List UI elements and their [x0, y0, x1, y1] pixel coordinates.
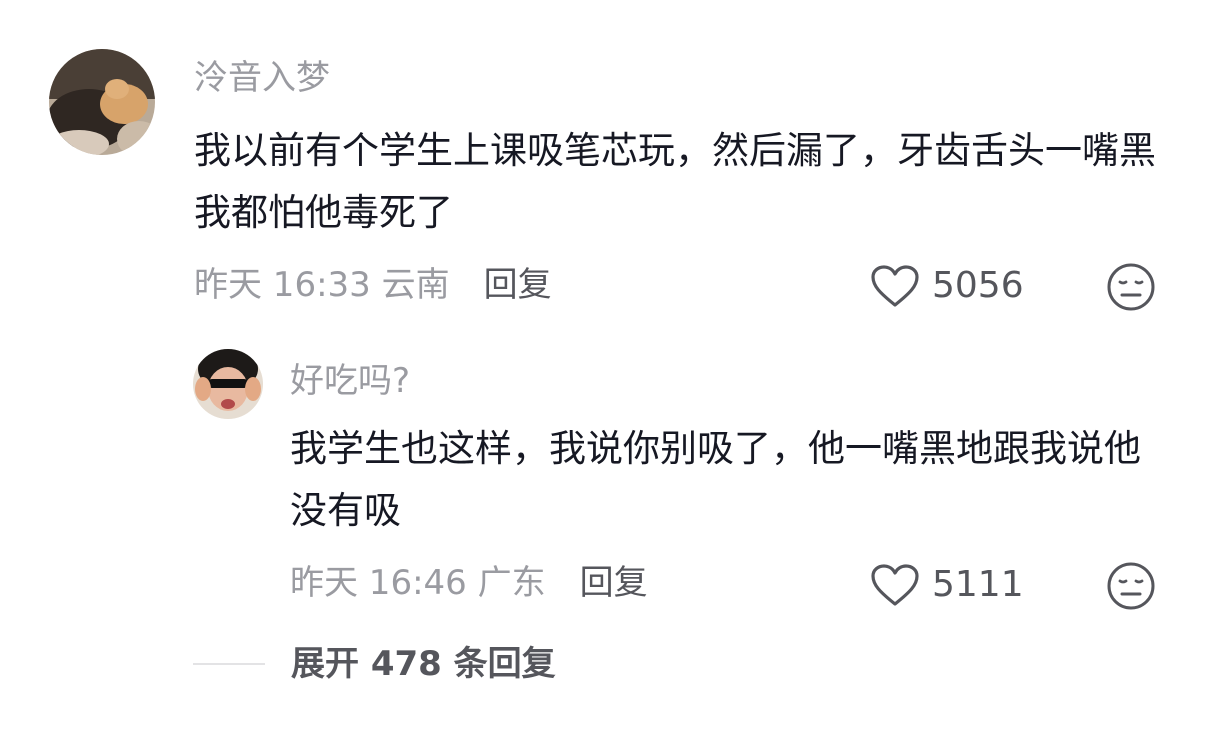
reply-like-button[interactable]: 5111: [870, 563, 1024, 607]
avatar-photo-sunglasses-icon: [193, 349, 263, 419]
reply-content: 我学生也这样，我说你别吸了，他一嘴黑地跟我说他没有吸: [290, 427, 1141, 532]
like-button[interactable]: 5056: [870, 264, 1024, 308]
user-avatar[interactable]: [49, 49, 155, 155]
reply-dislike-button[interactable]: [1106, 561, 1156, 615]
comment-username[interactable]: 泠音入梦: [194, 58, 330, 98]
expand-replies-label: 展开 478 条回复: [291, 644, 556, 684]
meh-face-icon: [1107, 263, 1155, 311]
meh-face-icon: [1107, 562, 1155, 610]
avatar-photo-cat-icon: [49, 49, 155, 155]
comment-meta: 昨天 16:33 云南 回复: [194, 265, 552, 305]
like-count: 5056: [932, 265, 1024, 306]
reply-meta: 昨天 16:46 广东 回复: [290, 563, 648, 603]
comment-content: 我以前有个学生上课吸笔芯玩，然后漏了，牙齿舌头一嘴黑我都怕他毒死了: [194, 129, 1156, 234]
comment-time-location: 昨天 16:33 云南: [194, 265, 450, 305]
dislike-button[interactable]: [1106, 262, 1156, 316]
reply-user-avatar[interactable]: [193, 349, 263, 419]
heart-icon: [871, 564, 919, 606]
reply-username[interactable]: 好吃吗?: [290, 361, 410, 401]
reply-like-count: 5111: [932, 564, 1024, 605]
reply-time-location: 昨天 16:46 广东: [290, 563, 546, 603]
expand-replies-button[interactable]: 展开 478 条回复: [193, 644, 556, 684]
reply-reply-button[interactable]: 回复: [580, 563, 648, 603]
expand-divider: [193, 663, 265, 665]
reply-button[interactable]: 回复: [484, 265, 552, 305]
heart-icon: [871, 265, 919, 307]
